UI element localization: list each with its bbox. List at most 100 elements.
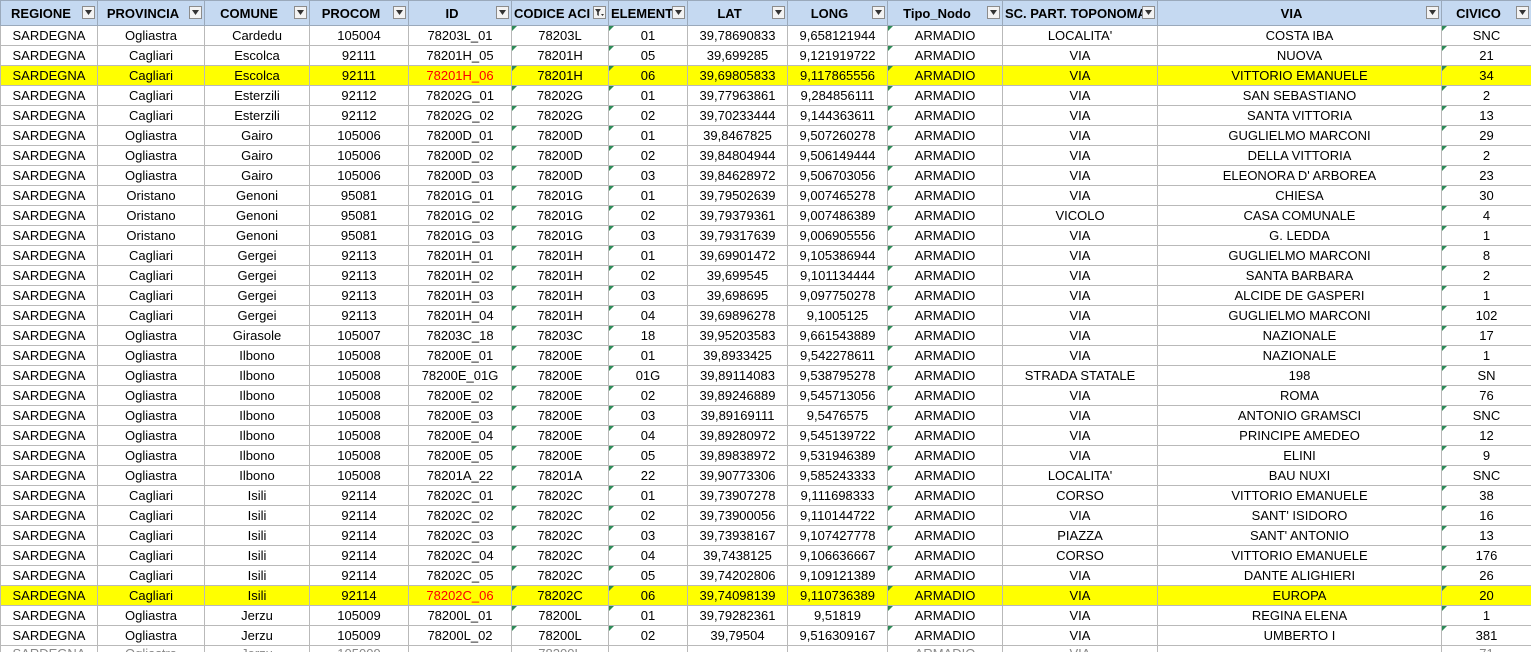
cell-lat[interactable]: 39,90773306 bbox=[687, 465, 788, 486]
cell-tipo[interactable]: ARMADIO bbox=[887, 25, 1003, 46]
cell-topo[interactable]: VIA bbox=[1002, 165, 1158, 186]
cell-procom[interactable]: 105008 bbox=[309, 465, 409, 486]
cell-tipo[interactable]: ARMADIO bbox=[887, 65, 1003, 86]
cell-codice[interactable]: 78203L bbox=[511, 25, 609, 46]
cell-elemento[interactable]: 03 bbox=[608, 285, 688, 306]
cell-codice[interactable]: 78201H bbox=[511, 65, 609, 86]
cell-lat[interactable]: 39,69901472 bbox=[687, 245, 788, 266]
cell-procom[interactable]: 92112 bbox=[309, 85, 409, 106]
cell-comune[interactable]: Ilbono bbox=[204, 445, 310, 466]
dropdown-arrow-icon[interactable] bbox=[393, 6, 406, 19]
cell-via[interactable]: NAZIONALE bbox=[1157, 325, 1442, 346]
cell-tipo[interactable]: ARMADIO bbox=[887, 485, 1003, 506]
cell-via[interactable]: REGINA ELENA bbox=[1157, 605, 1442, 626]
cell-topo[interactable]: VIA bbox=[1002, 605, 1158, 626]
cell-topo[interactable]: VIA bbox=[1002, 265, 1158, 286]
cell-comune[interactable]: Genoni bbox=[204, 185, 310, 206]
cell-id[interactable]: 78202C_06 bbox=[408, 585, 512, 606]
cell-id[interactable]: 78201H_06 bbox=[408, 65, 512, 86]
cell-tipo[interactable]: ARMADIO bbox=[887, 345, 1003, 366]
cell-topo[interactable]: VIA bbox=[1002, 645, 1158, 652]
cell-codice[interactable]: 78200E bbox=[511, 405, 609, 426]
cell-id[interactable]: 78200L_02 bbox=[408, 625, 512, 646]
cell-comune[interactable]: Gairo bbox=[204, 165, 310, 186]
cell-id[interactable]: 78200E_02 bbox=[408, 385, 512, 406]
table-row[interactable]: SARDEGNA Ogliastra Gairo 105006 78200D_01 782… bbox=[0, 125, 1531, 146]
cell-provincia[interactable]: Cagliari bbox=[97, 525, 205, 546]
cell-provincia[interactable]: Ogliastra bbox=[97, 445, 205, 466]
cell-tipo[interactable]: ARMADIO bbox=[887, 385, 1003, 406]
cell-codice[interactable]: 78200E bbox=[511, 365, 609, 386]
cell-procom[interactable]: 105009 bbox=[309, 645, 409, 652]
dropdown-arrow-icon[interactable] bbox=[672, 6, 685, 19]
dropdown-arrow-icon[interactable] bbox=[496, 6, 509, 19]
cell-provincia[interactable]: Cagliari bbox=[97, 45, 205, 66]
cell-provincia[interactable]: Ogliastra bbox=[97, 345, 205, 366]
cell-comune[interactable]: Escolca bbox=[204, 65, 310, 86]
cell-provincia[interactable]: Cagliari bbox=[97, 105, 205, 126]
cell-long[interactable]: 9,107427778 bbox=[787, 525, 888, 546]
cell-elemento[interactable]: 01 bbox=[608, 85, 688, 106]
cell-lat[interactable]: 39,95203583 bbox=[687, 325, 788, 346]
table-row[interactable]: SARDEGNA Cagliari Isili 92114 78202C_01 78202… bbox=[0, 485, 1531, 506]
cell-long[interactable]: 9,109121389 bbox=[787, 565, 888, 586]
cell-tipo[interactable]: ARMADIO bbox=[887, 405, 1003, 426]
cell-lat[interactable]: 39,79504 bbox=[687, 625, 788, 646]
cell-lat[interactable]: 39,79502639 bbox=[687, 185, 788, 206]
cell-procom[interactable]: 105007 bbox=[309, 325, 409, 346]
cell-tipo[interactable]: ARMADIO bbox=[887, 225, 1003, 246]
cell-civico[interactable]: 17 bbox=[1441, 325, 1531, 346]
cell-elemento[interactable]: 06 bbox=[608, 585, 688, 606]
cell-elemento[interactable]: 03 bbox=[608, 405, 688, 426]
cell-elemento[interactable]: 01 bbox=[608, 125, 688, 146]
table-row[interactable]: SARDEGNA Ogliastra Ilbono 105008 78200E_03 78… bbox=[0, 405, 1531, 426]
cell-civico[interactable]: 38 bbox=[1441, 485, 1531, 506]
table-row[interactable]: SARDEGNA Cagliari Gergei 92113 78201H_03 7820… bbox=[0, 285, 1531, 306]
dropdown-arrow-icon[interactable] bbox=[1426, 6, 1439, 19]
cell-elemento[interactable]: 01 bbox=[608, 25, 688, 46]
cell-provincia[interactable]: Ogliastra bbox=[97, 425, 205, 446]
cell-provincia[interactable]: Ogliastra bbox=[97, 645, 205, 652]
table-row[interactable]: SARDEGNA Cagliari Gergei 92113 78201H_01 7820… bbox=[0, 245, 1531, 266]
cell-tipo[interactable]: ARMADIO bbox=[887, 245, 1003, 266]
cell-comune[interactable]: Esterzili bbox=[204, 85, 310, 106]
cell-regione[interactable]: SARDEGNA bbox=[0, 225, 98, 246]
table-row[interactable]: SARDEGNA Ogliastra Gairo 105006 78200D_02 782… bbox=[0, 145, 1531, 166]
cell-civico[interactable]: 1 bbox=[1441, 285, 1531, 306]
cell-procom[interactable]: 105006 bbox=[309, 165, 409, 186]
cell-elemento[interactable]: 06 bbox=[608, 65, 688, 86]
table-row[interactable]: SARDEGNA Ogliastra Ilbono 105008 78200E_04 78… bbox=[0, 425, 1531, 446]
cell-topo[interactable]: VIA bbox=[1002, 85, 1158, 106]
cell-procom[interactable]: 92111 bbox=[309, 65, 409, 86]
cell-provincia[interactable]: Ogliastra bbox=[97, 405, 205, 426]
cell-comune[interactable]: Girasole bbox=[204, 325, 310, 346]
cell-id[interactable]: 78203L_01 bbox=[408, 25, 512, 46]
cell-regione[interactable]: SARDEGNA bbox=[0, 385, 98, 406]
cell-provincia[interactable]: Cagliari bbox=[97, 565, 205, 586]
table-row[interactable]: SARDEGNA Ogliastra Gairo 105006 78200D_03 782… bbox=[0, 165, 1531, 186]
cell-tipo[interactable]: ARMADIO bbox=[887, 45, 1003, 66]
cell-via[interactable]: VITTORIO EMANUELE bbox=[1157, 65, 1442, 86]
table-row[interactable]: SARDEGNA Cagliari Gergei 92113 78201H_02 7820… bbox=[0, 265, 1531, 286]
cell-tipo[interactable]: ARMADIO bbox=[887, 565, 1003, 586]
cell-via[interactable]: GUGLIELMO MARCONI bbox=[1157, 125, 1442, 146]
cell-provincia[interactable]: Cagliari bbox=[97, 505, 205, 526]
cell-long[interactable]: 9,507260278 bbox=[787, 125, 888, 146]
cell-regione[interactable]: SARDEGNA bbox=[0, 445, 98, 466]
cell-civico[interactable]: 30 bbox=[1441, 185, 1531, 206]
cell-id[interactable]: 78200E_05 bbox=[408, 445, 512, 466]
cell-regione[interactable]: SARDEGNA bbox=[0, 405, 98, 426]
cell-topo[interactable]: PIAZZA bbox=[1002, 525, 1158, 546]
cell-lat[interactable]: 39,73907278 bbox=[687, 485, 788, 506]
cell-regione[interactable]: SARDEGNA bbox=[0, 625, 98, 646]
cell-civico[interactable]: 12 bbox=[1441, 425, 1531, 446]
cell-provincia[interactable]: Cagliari bbox=[97, 585, 205, 606]
cell-provincia[interactable]: Oristano bbox=[97, 205, 205, 226]
cell-elemento[interactable]: 02 bbox=[608, 105, 688, 126]
dropdown-arrow-icon[interactable] bbox=[82, 6, 95, 19]
cell-comune[interactable]: Esterzili bbox=[204, 105, 310, 126]
cell-tipo[interactable]: ARMADIO bbox=[887, 305, 1003, 326]
cell-civico[interactable]: 1 bbox=[1441, 225, 1531, 246]
table-row[interactable]: SARDEGNA Cagliari Esterzili 92112 78202G_01 7… bbox=[0, 85, 1531, 106]
cell-regione[interactable]: SARDEGNA bbox=[0, 325, 98, 346]
